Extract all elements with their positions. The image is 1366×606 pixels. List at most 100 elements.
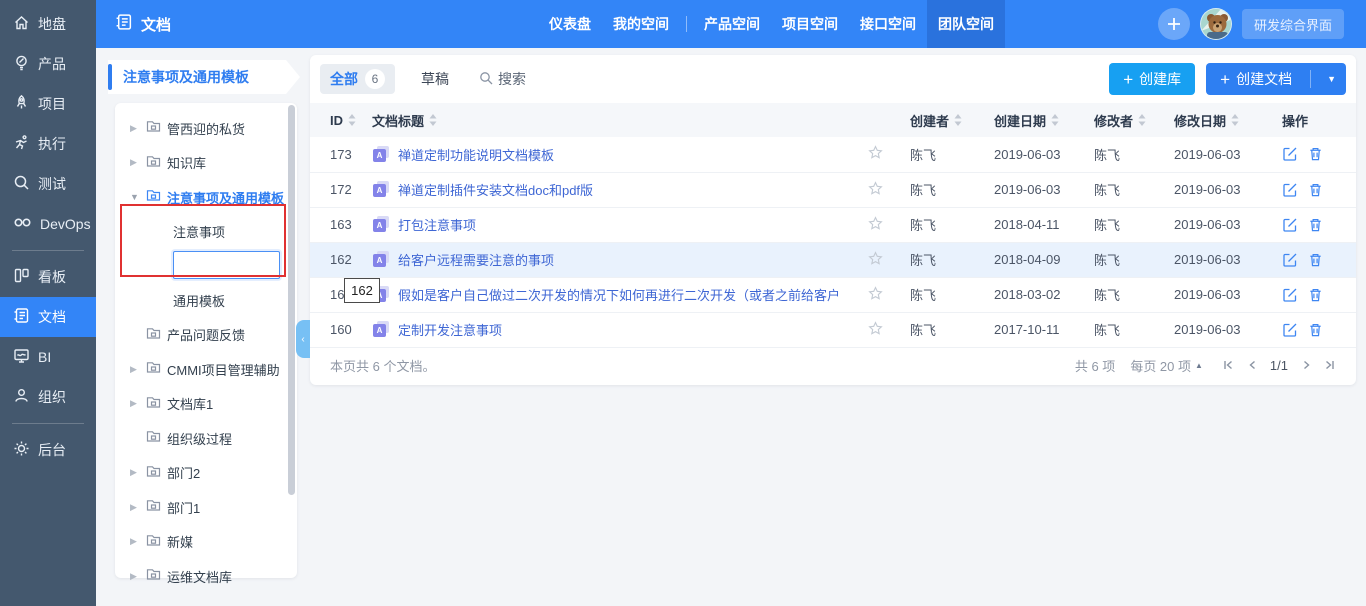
sidebar-item-bi[interactable]: BI [0,337,96,377]
tree-item[interactable]: ▶ 部门1 [115,490,297,525]
table-row[interactable]: 161 A假如是客户自己做过二次开发的情况下如何再进行二次开发（或者之前给客户 … [310,277,1356,313]
trash-icon[interactable] [1308,217,1323,233]
tree-item[interactable]: ▶ 知识库 [115,146,297,181]
col-id[interactable]: ID [330,113,372,128]
caret-right-icon[interactable]: ▶ [130,398,140,409]
sidebar-item-kanban[interactable]: 看板 [0,257,96,297]
doc-created-date: 2018-04-09 [994,242,1094,278]
caret-right-icon[interactable]: ▶ [130,157,140,168]
tree-item-child[interactable]: 注意事项 [115,215,297,250]
new-module-input[interactable] [173,251,280,279]
tab-search[interactable]: 搜索 [479,69,526,89]
prev-page-button[interactable] [1247,359,1257,371]
col-created[interactable]: 创建日期 [994,111,1094,130]
caret-down-icon[interactable]: ▼ [130,192,140,202]
topbar-right: 研发综合界面 [1157,0,1344,48]
col-modified[interactable]: 修改日期 [1174,111,1282,130]
caret-right-icon[interactable]: ▶ [130,123,140,134]
nav-team-space[interactable]: 团队空间 [927,0,1005,48]
caret-right-icon[interactable]: ▶ [130,536,140,547]
first-page-button[interactable] [1222,359,1234,371]
create-library-button[interactable]: + 创建库 [1109,63,1196,95]
col-title[interactable]: 文档标题 [372,111,868,130]
edit-icon[interactable] [1282,252,1298,268]
table-row[interactable]: 172 A 禅道定制插件安装文档doc和pdf版 陈飞 2019-06-03 陈飞… [310,172,1356,208]
trash-icon[interactable] [1308,182,1323,198]
last-page-button[interactable] [1324,359,1336,371]
tree-item[interactable]: 产品问题反馈 [115,318,297,353]
edit-icon[interactable] [1282,146,1298,162]
table-row[interactable]: 173 A 禅道定制功能说明文档模板 陈飞 2019-06-03 陈飞 2019-… [310,137,1356,173]
nav-product-space[interactable]: 产品空间 [693,0,771,48]
sidebar-item-doc[interactable]: 文档 [0,297,96,337]
tree-item[interactable]: ▶ 管西迎的私货 [115,111,297,146]
sidebar-item-test[interactable]: 测试 [0,164,96,204]
nav-api-space[interactable]: 接口空间 [849,0,927,48]
tree-scrollbar[interactable] [288,105,295,495]
sidebar-item-project[interactable]: 项目 [0,84,96,124]
tree-item-child[interactable]: 通用模板 [115,283,297,318]
next-page-button[interactable] [1301,359,1311,371]
tab-all[interactable]: 全部 6 [320,64,395,94]
table-row[interactable]: 163 A 打包注意事项 陈飞 2018-04-11 陈飞 2019-06-03 [310,207,1356,243]
star-icon[interactable] [868,320,883,336]
tree-item[interactable]: ▶ 部门2 [115,456,297,491]
per-page-select[interactable]: 每页 20 项 ▲ [1130,356,1203,375]
table-row-highlighted[interactable]: 162 A 给客户远程需要注意的事项 陈飞 2018-04-09 陈飞 2019-… [310,242,1356,278]
toolbar-buttons: + 创建库 + 创建文档 ▼ [1109,63,1346,95]
trash-icon[interactable] [1308,287,1323,303]
sidebar-item-admin[interactable]: 后台 [0,430,96,470]
tree-item[interactable]: ▶ 新媒 [115,525,297,560]
doc-title-link[interactable]: 打包注意事项 [398,215,476,234]
edit-icon[interactable] [1282,182,1298,198]
sidebar-item-devops[interactable]: DevOps [0,204,96,244]
caret-right-icon[interactable]: ▶ [130,502,140,513]
sidebar-item-execution[interactable]: 执行 [0,124,96,164]
star-icon[interactable] [868,250,883,266]
doc-title-link[interactable]: 禅道定制插件安装文档doc和pdf版 [398,180,593,199]
edit-icon[interactable] [1282,322,1298,338]
caret-right-icon[interactable]: ▶ [130,571,140,582]
edit-icon[interactable] [1282,287,1298,303]
tree-item[interactable]: ▶ 文档库1 [115,387,297,422]
trash-icon[interactable] [1308,146,1323,162]
sidebar-item-label: DevOps [40,216,91,232]
star-icon[interactable] [868,215,883,231]
library-breadcrumb[interactable]: 注意事项及通用模板 [108,60,300,94]
tree-item[interactable]: ▶ CMMI项目管理辅助 [115,352,297,387]
nav-project-space[interactable]: 项目空间 [771,0,849,48]
avatar[interactable] [1199,8,1232,40]
sidebar-item-product[interactable]: 产品 [0,44,96,84]
caret-right-icon[interactable]: ▶ [130,467,140,478]
trash-icon[interactable] [1308,252,1323,268]
trash-icon[interactable] [1308,322,1323,338]
tree-item[interactable]: ▶ 运维文档库 [115,559,297,594]
doc-title-link[interactable]: 给客户远程需要注意的事项 [398,250,554,269]
tree-item-selected[interactable]: ▼ 注意事项及通用模板 [115,180,297,215]
quick-add-button[interactable] [1157,8,1190,40]
nav-my-space[interactable]: 我的空间 [602,0,680,48]
tab-all-label: 全部 [330,71,358,87]
doc-title-link[interactable]: 定制开发注意事项 [398,320,502,339]
star-icon[interactable] [868,145,883,160]
caret-right-icon[interactable]: ▶ [130,364,140,375]
doc-id: 162 [310,242,372,278]
tab-draft[interactable]: 草稿 [421,69,449,89]
edit-icon[interactable] [1282,217,1298,233]
doc-title-link[interactable]: 假如是客户自己做过二次开发的情况下如何再进行二次开发（或者之前给客户 [398,285,840,304]
star-icon[interactable] [868,285,883,301]
sidebar-item-org[interactable]: 组织 [0,377,96,417]
workspace-switch-button[interactable]: 研发综合界面 [1241,9,1344,39]
col-modifier[interactable]: 修改者 [1094,111,1174,130]
panel-collapse-handle[interactable]: ‹ [296,320,310,358]
col-creator[interactable]: 创建者 [910,111,994,130]
doc-table: ID 文档标题 创建者 创建日期 修改者 修改日期 操作 173 A 禅道定制功能… [310,103,1356,348]
table-row[interactable]: 160 A 定制开发注意事项 陈飞 2017-10-11 陈飞 2019-06-0… [310,312,1356,348]
create-doc-button[interactable]: + 创建文档 ▼ [1206,63,1346,95]
star-icon[interactable] [868,180,883,196]
nav-dashboard[interactable]: 仪表盘 [538,0,602,48]
doc-title-link[interactable]: 禅道定制功能说明文档模板 [398,145,554,164]
sidebar-item-home[interactable]: 地盘 [0,4,96,44]
tree-item[interactable]: 组织级过程 [115,421,297,456]
chevron-down-icon[interactable]: ▼ [1317,74,1346,84]
